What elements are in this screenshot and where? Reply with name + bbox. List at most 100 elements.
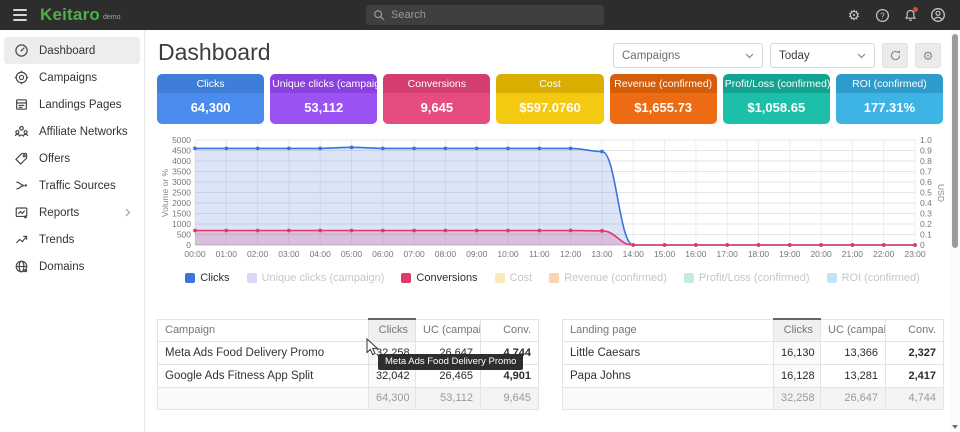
- sidebar-item-dashboard[interactable]: Dashboard: [4, 37, 140, 64]
- column-header-uc-campaign-[interactable]: UC (campaign): [416, 319, 481, 341]
- table-title-column-header[interactable]: Campaign: [158, 319, 369, 341]
- row-name[interactable]: Meta Ads Food Delivery Promo: [158, 341, 369, 364]
- dashboard-settings-button[interactable]: ⚙: [915, 43, 941, 68]
- search-input[interactable]: [391, 9, 581, 21]
- scrollbar-down-arrow[interactable]: [952, 425, 958, 429]
- reports-icon: [13, 205, 29, 221]
- svg-text:21:00: 21:00: [842, 249, 864, 259]
- notifications-bell-icon[interactable]: [902, 7, 918, 23]
- stat-card-clicks: Clicks64,300: [157, 74, 264, 124]
- search-icon: [373, 9, 385, 21]
- legend-label: Clicks: [200, 272, 229, 284]
- sidebar-item-landings-pages[interactable]: Landings Pages: [4, 91, 140, 118]
- table-title-column-header[interactable]: Landing page: [563, 319, 774, 341]
- sidebar-item-label: Offers: [39, 153, 70, 165]
- legend-item-clicks[interactable]: Clicks: [185, 272, 229, 284]
- demo-badge: demo: [103, 14, 121, 21]
- row-value: 16,128: [774, 364, 821, 387]
- legend-item-roi-confirmed-[interactable]: ROI (confirmed): [827, 272, 920, 284]
- svg-text:0: 0: [920, 240, 925, 250]
- legend-label: Unique clicks (campaign): [262, 272, 385, 284]
- svg-text:0.4: 0.4: [920, 198, 932, 208]
- svg-text:03:00: 03:00: [278, 249, 300, 259]
- dashboard-icon: [13, 43, 29, 59]
- svg-text:11:00: 11:00: [529, 249, 550, 259]
- legend-swatch: [549, 273, 559, 283]
- svg-text:01:00: 01:00: [216, 249, 238, 259]
- trends-icon: [13, 232, 29, 248]
- domains-icon: [13, 259, 29, 275]
- row-value: 13,366: [821, 341, 886, 364]
- legend-item-cost[interactable]: Cost: [495, 272, 533, 284]
- svg-text:500: 500: [177, 230, 191, 240]
- topbar-icons: ⚙ ?: [846, 0, 946, 30]
- date-range-select[interactable]: Today: [770, 43, 875, 68]
- svg-text:23:00: 23:00: [904, 249, 926, 259]
- row-name[interactable]: Papa Johns: [563, 364, 774, 387]
- column-header-conv-[interactable]: Conv.: [481, 319, 539, 341]
- sidebar-item-label: Dashboard: [39, 45, 95, 57]
- sidebar-item-affiliate-networks[interactable]: Affiliate Networks: [4, 118, 140, 145]
- legend-item-profit-loss-confirmed-[interactable]: Profit/Loss (confirmed): [684, 272, 810, 284]
- mouse-cursor: [366, 338, 379, 356]
- stat-card-value: 64,300: [157, 93, 264, 124]
- sidebar-item-offers[interactable]: Offers: [4, 145, 140, 172]
- help-icon[interactable]: ?: [874, 7, 890, 23]
- svg-text:19:00: 19:00: [779, 249, 801, 259]
- svg-text:0.5: 0.5: [920, 188, 932, 198]
- legend-label: ROI (confirmed): [842, 272, 920, 284]
- sidebar-item-domains[interactable]: Domains: [4, 253, 140, 280]
- legend-item-unique-clicks-campaign-[interactable]: Unique clicks (campaign): [247, 272, 385, 284]
- legend-label: Cost: [510, 272, 533, 284]
- totals-value: 64,300: [369, 387, 416, 409]
- svg-text:USD: USD: [936, 184, 946, 202]
- sidebar-item-trends[interactable]: Trends: [4, 226, 140, 253]
- stat-card-value: 53,112: [270, 93, 377, 124]
- svg-text:18:00: 18:00: [748, 249, 770, 259]
- svg-text:00:00: 00:00: [184, 249, 206, 259]
- row-value: 13,281: [821, 364, 886, 387]
- stat-card-roi-confirmed-: ROI (confirmed)177.31%: [836, 74, 943, 124]
- svg-text:1500: 1500: [172, 209, 191, 219]
- top-bar: Keitaro demo ⚙ ?: [0, 0, 960, 30]
- legend-item-conversions[interactable]: Conversions: [401, 272, 477, 284]
- svg-text:22:00: 22:00: [873, 249, 895, 259]
- row-value: 2,417: [886, 364, 944, 387]
- settings-icon[interactable]: ⚙: [846, 7, 862, 23]
- legend-item-revenue-confirmed-[interactable]: Revenue (confirmed): [549, 272, 667, 284]
- column-header-clicks[interactable]: Clicks: [774, 319, 821, 341]
- column-header-uc-campaign-[interactable]: UC (campaign): [821, 319, 886, 341]
- sidebar-item-label: Reports: [39, 207, 79, 219]
- chart-canvas: 00:0001:0002:0003:0004:0005:0006:0007:00…: [157, 133, 948, 265]
- svg-text:4000: 4000: [172, 156, 191, 166]
- row-name[interactable]: Little Caesars: [563, 341, 774, 364]
- campaigns-filter-select[interactable]: Campaigns: [613, 43, 763, 68]
- stat-card-label: Unique clicks (campaign): [270, 74, 377, 93]
- table-row[interactable]: Papa Johns16,12813,2812,417: [563, 364, 944, 387]
- svg-text:14:00: 14:00: [623, 249, 645, 259]
- stat-card-value: 177.31%: [836, 93, 943, 124]
- stat-card-value: $1,058.65: [723, 93, 830, 124]
- user-avatar-icon[interactable]: [930, 7, 946, 23]
- page-scrollbar[interactable]: [950, 30, 960, 432]
- sidebar-item-campaigns[interactable]: Campaigns: [4, 64, 140, 91]
- sidebar-item-reports[interactable]: Reports: [4, 199, 140, 226]
- totals-value: 53,112: [416, 387, 481, 409]
- sidebar-item-traffic-sources[interactable]: Traffic Sources: [4, 172, 140, 199]
- sidebar: Dashboard CampaignsLandings PagesAffiliat…: [0, 30, 145, 432]
- sidebar-item-label: Domains: [39, 261, 84, 273]
- row-name[interactable]: Google Ads Fitness App Split: [158, 364, 369, 387]
- totals-value: 32,258: [774, 387, 821, 409]
- table-row[interactable]: Little Caesars16,13013,3662,327: [563, 341, 944, 364]
- global-search[interactable]: [366, 5, 604, 25]
- chevron-down-icon: [857, 53, 866, 59]
- svg-text:04:00: 04:00: [310, 249, 332, 259]
- page-title: Dashboard: [158, 39, 271, 66]
- scrollbar-thumb[interactable]: [952, 34, 958, 248]
- stat-card-label: Conversions: [383, 74, 490, 93]
- refresh-button[interactable]: [882, 43, 908, 68]
- menu-toggle-icon[interactable]: [5, 0, 35, 30]
- affiliate-icon: [13, 124, 29, 140]
- column-header-conv-[interactable]: Conv.: [886, 319, 944, 341]
- svg-text:16:00: 16:00: [685, 249, 707, 259]
